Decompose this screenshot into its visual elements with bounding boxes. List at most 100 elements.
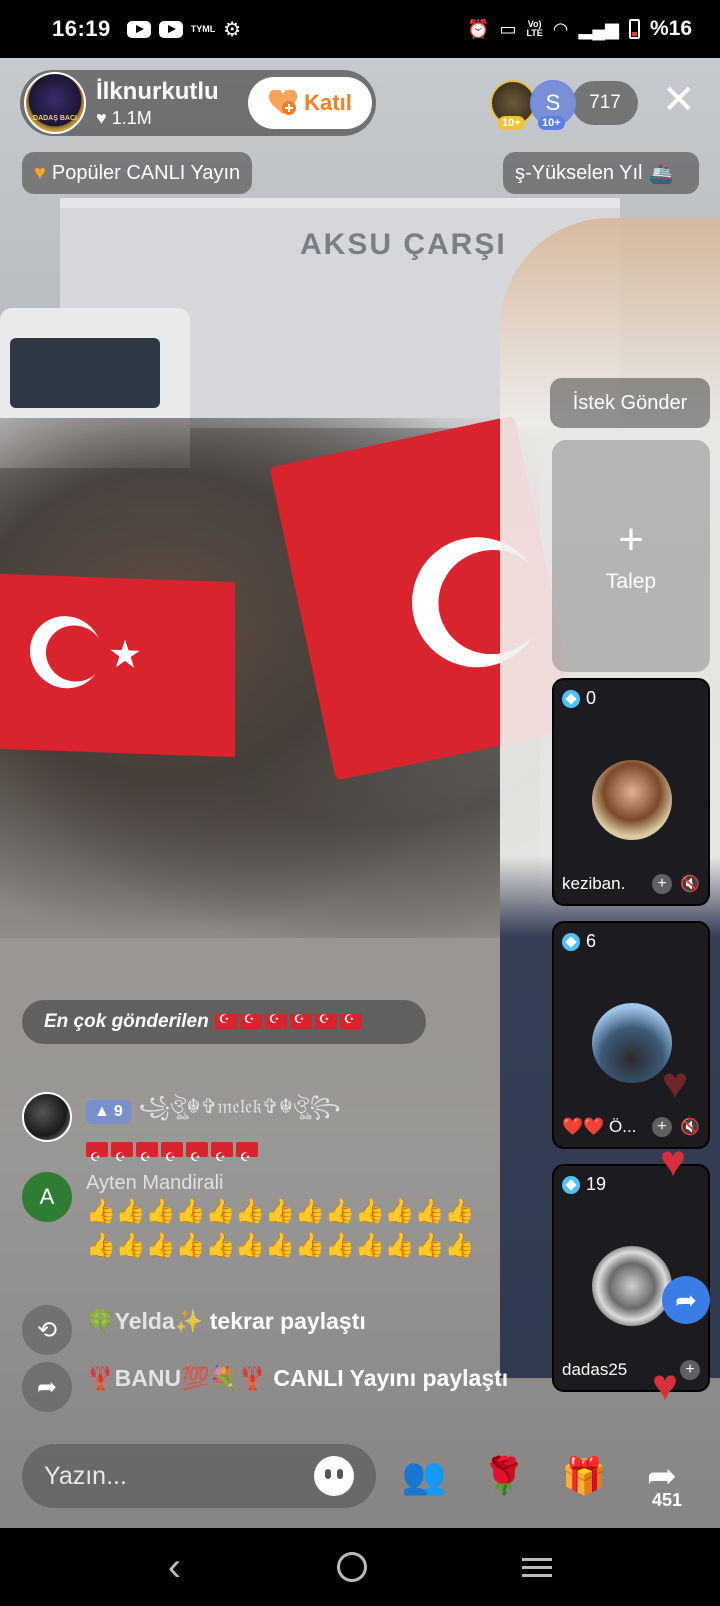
- guest-avatar[interactable]: [592, 1003, 672, 1083]
- turkish-flag: ★: [0, 573, 235, 758]
- guest-score: 6: [562, 931, 596, 952]
- share-count: 451: [652, 1490, 683, 1510]
- guest-footer: dadas25 +: [562, 1360, 700, 1380]
- plus-icon: +: [618, 515, 644, 564]
- chat-message[interactable]: A Ayten Mandirali 👍👍👍👍👍👍👍👍👍👍👍👍👍👍👍👍👍👍👍👍👍👍…: [22, 1172, 496, 1263]
- event-action: tekrar paylaştı: [209, 1308, 366, 1334]
- guest-name: keziban.: [562, 874, 626, 893]
- bug-icon: ⚙: [223, 18, 242, 41]
- cast-icon: ▭: [499, 18, 517, 39]
- popular-live-chip[interactable]: ♥ Popüler CANLI Yayın: [22, 152, 253, 194]
- share-button[interactable]: ➦ 451: [636, 1450, 688, 1510]
- heart-icon: ♥: [34, 161, 46, 184]
- chat-body: Ayten Mandirali 👍👍👍👍👍👍👍👍👍👍👍👍👍👍👍👍👍👍👍👍👍👍👍👍…: [86, 1172, 496, 1263]
- guest-tile[interactable]: 6 ❤️❤️ Ö... + 🔇: [552, 921, 710, 1149]
- volte-icon: Vo) LTE: [526, 19, 543, 38]
- recents-icon[interactable]: [522, 1557, 553, 1577]
- status-time: 16:19: [52, 16, 111, 41]
- building-sign: AKSU ÇARŞI: [300, 228, 507, 261]
- host-avatar-text: DADAŞ BACI: [33, 115, 77, 122]
- level-badge: ▲ 9: [86, 1100, 131, 1124]
- top-sent-banner[interactable]: En çok gönderilen: [22, 1000, 426, 1044]
- guest-footer: ❤️❤️ Ö... + 🔇: [562, 1117, 700, 1137]
- host-info: İlknurkutlu ♥ 1.1M: [96, 78, 219, 129]
- event-user[interactable]: 🦞BANU💯💐🦞: [86, 1365, 267, 1391]
- heart-plus-icon: [268, 88, 298, 116]
- diamond-icon: [562, 932, 580, 951]
- rose-icon[interactable]: 🌹: [478, 1450, 530, 1502]
- event-user[interactable]: 🍀Yelda✨: [86, 1308, 203, 1334]
- rising-label: ş-Yükselen Yıl: [515, 161, 643, 184]
- guest-avatar[interactable]: [592, 760, 672, 840]
- join-button[interactable]: Katıl: [248, 77, 372, 129]
- close-icon[interactable]: ✕: [662, 80, 696, 120]
- notification-icons: TYML ⚙: [126, 17, 242, 42]
- host-avatar[interactable]: DADAŞ BACI: [24, 72, 86, 134]
- triangle-icon: ▲: [94, 1103, 110, 1120]
- guest-score: 19: [562, 1174, 606, 1195]
- chat-header: Ayten Mandirali: [86, 1172, 496, 1195]
- emoji-icon[interactable]: [314, 1456, 354, 1496]
- youtube-icon: [158, 20, 183, 38]
- guest-avatar[interactable]: [592, 1246, 672, 1326]
- guest-tile[interactable]: 0 keziban. + 🔇: [552, 678, 710, 906]
- chat-header: ▲ 9 ꧁ঔৣ☬✞𝔪𝔢𝔩𝔢𝔨✞☬ঔৣ꧂: [86, 1092, 341, 1132]
- follow-plus-icon[interactable]: +: [652, 1117, 673, 1137]
- alarm-icon: ⏰: [467, 18, 490, 39]
- chat-username[interactable]: ꧁ঔৣ☬✞𝔪𝔢𝔩𝔢𝔨✞☬ঔৣ꧂: [139, 1092, 341, 1132]
- event-action: CANLI Yayını paylaştı: [273, 1365, 509, 1391]
- chat-avatar[interactable]: A: [22, 1172, 72, 1222]
- viewer-avatar-letter: S: [545, 90, 561, 115]
- chat-username[interactable]: Ayten Mandirali: [86, 1172, 223, 1195]
- guest-score: 0: [562, 688, 596, 709]
- viewer-count[interactable]: 717: [572, 81, 638, 125]
- mic-muted-icon: 🔇: [680, 1119, 700, 1136]
- share-arrow-icon[interactable]: ➦: [662, 1276, 710, 1324]
- rising-chip[interactable]: ş-Yükselen Yıl 🚢: [503, 152, 699, 194]
- home-icon[interactable]: [336, 1552, 367, 1582]
- share-event: ➦ 🦞BANU💯💐🦞 CANLI Yayını paylaştı: [22, 1362, 508, 1412]
- top-viewers[interactable]: 10+ S 10+ 717: [490, 80, 638, 130]
- host-info-pill[interactable]: DADAŞ BACI İlknurkutlu ♥ 1.1M Katıl: [20, 70, 376, 136]
- request-card[interactable]: + Talep: [552, 440, 710, 672]
- floating-heart-icon: ♥: [662, 1059, 689, 1108]
- host-name[interactable]: İlknurkutlu: [96, 78, 219, 106]
- repost-icon: ⟲: [22, 1305, 72, 1355]
- viewer-badge: 10+: [498, 116, 525, 130]
- system-nav-bar: ‹: [0, 1528, 720, 1606]
- floating-heart-icon: ♥: [652, 1361, 679, 1410]
- request-card-label: Talep: [605, 570, 657, 593]
- share-icon: ➦: [22, 1362, 72, 1412]
- guest-footer: keziban. + 🔇: [562, 874, 700, 894]
- event-text: 🍀Yelda✨ tekrar paylaştı: [86, 1305, 366, 1337]
- wifi-icon: ◠: [552, 18, 569, 39]
- back-icon[interactable]: ‹: [168, 1545, 181, 1590]
- host-likes: ♥ 1.1M: [96, 107, 152, 128]
- floating-heart-icon: ♥: [660, 1137, 687, 1186]
- status-bar: 16:19 TYML ⚙ ⏰ ▭ Vo) LTE ◠ ▂▄▆ %16: [0, 0, 720, 58]
- follow-plus-icon[interactable]: +: [652, 874, 673, 894]
- flag-crescent: [30, 614, 102, 690]
- chat-body: ▲ 9 ꧁ঔৣ☬✞𝔪𝔢𝔩𝔢𝔨✞☬ঔৣ꧂: [86, 1092, 341, 1174]
- chat-text: [86, 1132, 341, 1174]
- multi-guest-icon[interactable]: 👥: [398, 1450, 450, 1502]
- top-sent-label: En çok gönderilen: [44, 1011, 209, 1032]
- send-request-button[interactable]: İstek Gönder: [550, 378, 710, 428]
- guest-name: ❤️❤️ Ö...: [562, 1117, 637, 1136]
- chat-message[interactable]: ▲ 9 ꧁ঔৣ☬✞𝔪𝔢𝔩𝔢𝔨✞☬ঔৣ꧂: [22, 1092, 341, 1174]
- chat-text: 👍👍👍👍👍👍👍👍👍👍👍👍👍👍👍👍👍👍👍👍👍👍👍👍👍👍: [86, 1198, 475, 1259]
- battery-percent: %16: [649, 17, 692, 40]
- follow-plus-icon[interactable]: +: [680, 1360, 700, 1380]
- repost-event: ⟲ 🍀Yelda✨ tekrar paylaştı: [22, 1305, 366, 1355]
- comment-input[interactable]: Yazın...: [22, 1444, 376, 1508]
- viewer-avatar[interactable]: S 10+: [530, 80, 576, 130]
- flag-emojis: [214, 1011, 365, 1033]
- diamond-icon: [562, 689, 580, 708]
- battery-icon: [628, 19, 640, 39]
- flag-star: ★: [108, 633, 143, 677]
- popular-live-label: Popüler CANLI Yayın: [51, 161, 241, 184]
- chat-avatar[interactable]: [22, 1092, 72, 1142]
- gift-icon[interactable]: 🎁: [558, 1450, 610, 1502]
- join-label: Katıl: [304, 90, 352, 115]
- heart-icon: ♥: [96, 107, 107, 128]
